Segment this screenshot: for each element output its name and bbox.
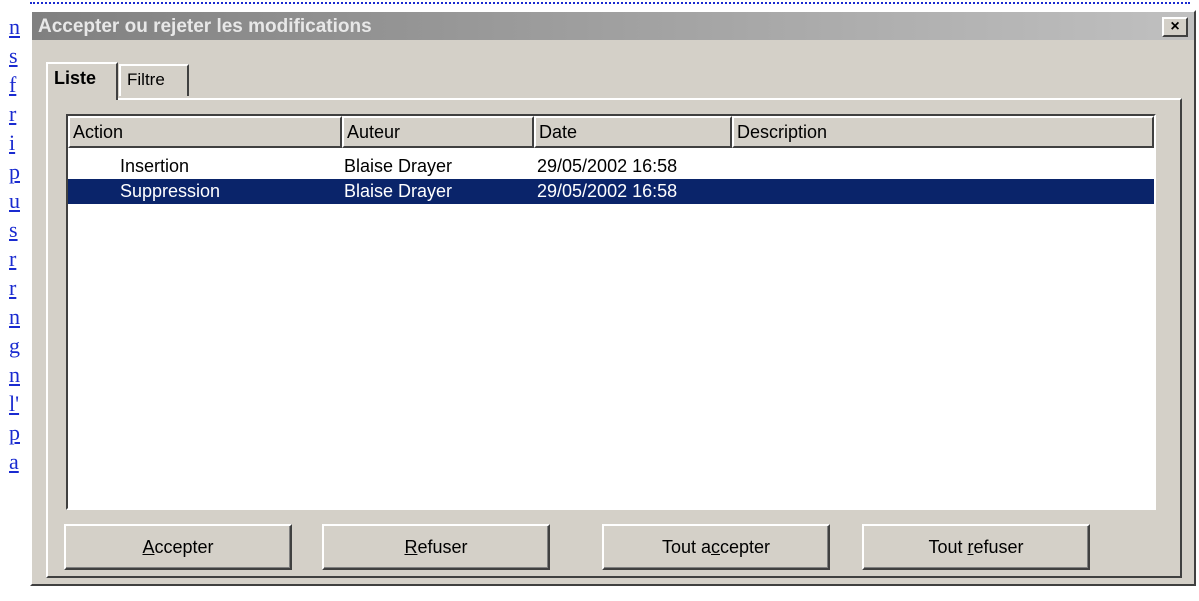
button-label-part: ccepter [154, 537, 214, 557]
row-date: 29/05/2002 16:58 [537, 156, 678, 176]
tab-label: Filtre [127, 70, 165, 89]
reject-button[interactable]: Refuser [322, 524, 550, 570]
accept-button[interactable]: Accepter [64, 524, 292, 570]
changes-dialog: Accepter ou rejeter les modifications × … [30, 10, 1196, 586]
background-letter: r [9, 101, 17, 126]
row-action: Insertion [120, 156, 190, 176]
column-header-description[interactable]: Description [732, 116, 1154, 148]
background-letter: l' [9, 391, 20, 416]
column-header-action[interactable]: Action [68, 116, 342, 148]
button-label-part: efuser [973, 537, 1024, 557]
column-header-author[interactable]: Auteur [342, 116, 534, 148]
background-letter: p [9, 420, 20, 445]
list-item-selected[interactable]: Suppression Blaise Drayer 29/05/2002 16:… [68, 179, 1154, 204]
button-label-part: efuser [417, 537, 468, 557]
background-top-text [0, 0, 1199, 9]
background-letter: r [9, 275, 17, 300]
background-letter: s [9, 43, 18, 68]
button-label-part: cepter [720, 537, 771, 557]
row-date: 29/05/2002 16:58 [537, 181, 678, 201]
row-author: Blaise Drayer [344, 156, 453, 176]
tab-liste[interactable]: Liste [46, 62, 118, 100]
background-letter: n [9, 304, 20, 329]
button-accelerator: c [711, 537, 720, 557]
button-accelerator: A [142, 537, 155, 557]
close-icon: × [1170, 18, 1180, 35]
background-letter: u [9, 188, 20, 213]
background-letter: n [9, 14, 20, 39]
tab-filtre[interactable]: Filtre [119, 64, 189, 96]
background-letter: s [9, 217, 18, 242]
background-letter: a [9, 449, 19, 474]
reject-all-button[interactable]: Tout refuser [862, 524, 1090, 570]
button-label-part: Tout a [661, 537, 711, 557]
accept-all-button[interactable]: Tout accepter [602, 524, 830, 570]
dialog-title: Accepter ou rejeter les modifications [38, 16, 372, 37]
background-letter: r [9, 246, 17, 271]
button-accelerator: R [404, 537, 418, 557]
row-author: Blaise Drayer [344, 181, 453, 201]
background-letter: f [9, 72, 17, 97]
tab-label: Liste [54, 68, 97, 88]
button-label-part: Tout [928, 537, 968, 557]
list-item[interactable]: Insertion Blaise Drayer 29/05/2002 16:58 [68, 154, 1154, 179]
background-letter: p [9, 159, 20, 184]
dialog-titlebar[interactable]: Accepter ou rejeter les modifications × [32, 12, 1194, 40]
background-letter: n [9, 362, 20, 387]
background-letter: g [9, 333, 20, 358]
column-header-date[interactable]: Date [534, 116, 732, 148]
close-button[interactable]: × [1162, 17, 1188, 37]
row-action: Suppression [120, 181, 221, 201]
list-header: Action Auteur Date Description [68, 116, 1154, 148]
changes-list[interactable]: Action Auteur Date Description Insertion… [66, 114, 1156, 510]
background-letter: i [9, 130, 16, 155]
